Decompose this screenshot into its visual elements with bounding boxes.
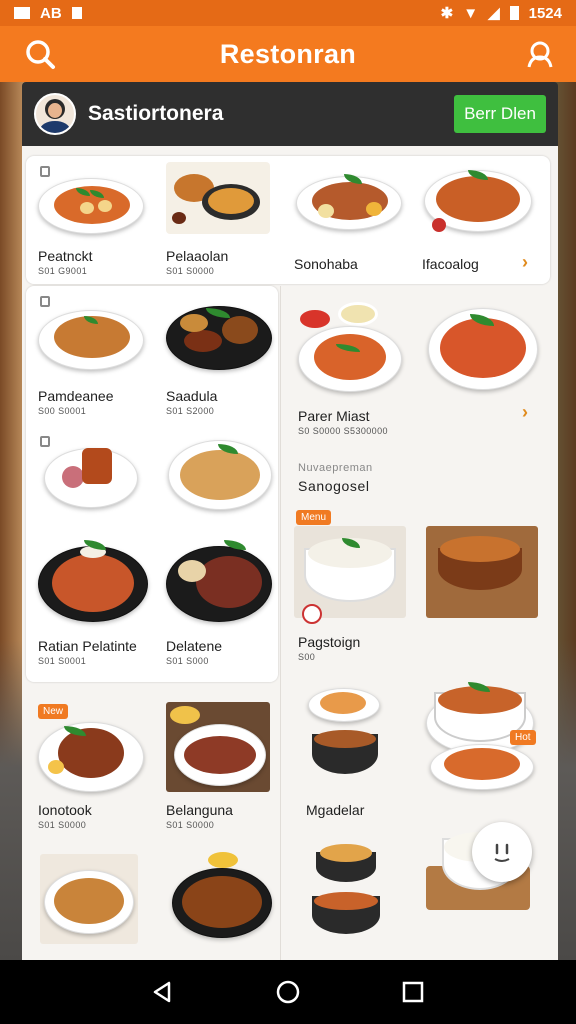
bookmark-icon (40, 436, 50, 447)
item-name: Mgadelar (306, 802, 365, 818)
item-price: S0 S0000 S5300000 (298, 426, 388, 436)
section-label: Nuvaepreman (298, 462, 373, 474)
avatar[interactable] (34, 93, 76, 135)
menu-item[interactable]: Pelaaolan S01 S0000 (162, 160, 274, 280)
menu-item[interactable]: Parer Miast S0 S0000 S5300000 › (290, 296, 550, 446)
recents-button[interactable] (393, 972, 433, 1012)
account-bar: Sastiortonera Berr Dlen (22, 82, 558, 146)
order-button[interactable]: Berr Dlen (454, 95, 546, 133)
chevron-right-icon[interactable]: › (522, 252, 528, 273)
item-price: S01 S000 (166, 656, 209, 666)
menu-item[interactable]: Pamdeanee S00 S0001 (32, 292, 152, 418)
item-price: S00 (298, 652, 316, 662)
signal-icon: ◢ (488, 5, 500, 22)
clock: 1524 (528, 4, 562, 22)
chat-button[interactable] (472, 822, 532, 882)
search-icon (26, 40, 55, 69)
item-price: S01 S0000 (166, 820, 215, 830)
notification-icon (14, 7, 30, 19)
item-name: Delatene (166, 638, 223, 654)
item-name: Peatnckt (38, 248, 93, 264)
recents-icon (403, 981, 424, 1003)
section-title: Sanogosel (298, 478, 370, 494)
home-icon (276, 980, 300, 1004)
item-name: Ifacoalog (422, 256, 479, 272)
item-price: S01 S0000 (166, 266, 215, 276)
status-bar: AB ✱ ▼ ◢ 1524 (0, 0, 576, 26)
item-name: Belanguna (166, 802, 233, 818)
bookmark-icon (40, 296, 50, 307)
menu-panel: Peatnckt S01 G9001 Pelaaolan S01 S0000 S… (22, 146, 558, 960)
item-name: Parer Miast (298, 408, 370, 424)
menu-item-pair[interactable] (32, 846, 276, 956)
battery-icon (509, 6, 519, 20)
menu-item[interactable]: Ifacoalog › (418, 160, 550, 280)
menu-item[interactable]: Belanguna S01 S0000 (162, 702, 274, 832)
status-left-text: AB (40, 4, 62, 22)
item-name: Ratian Pelatinte (38, 638, 137, 654)
chat-icon (494, 843, 510, 862)
back-button[interactable] (143, 972, 183, 1012)
item-price: S01 G9001 (38, 266, 88, 276)
menu-item[interactable]: Saadula S01 S2000 (162, 292, 274, 418)
item-price: S01 S2000 (166, 406, 215, 416)
chevron-right-icon[interactable]: › (522, 402, 528, 423)
menu-item[interactable]: Delatene S01 S000 (162, 534, 274, 670)
item-name: Pagstoign (298, 634, 361, 650)
item-name: Ionotook (38, 802, 92, 818)
profile-button[interactable] (522, 36, 558, 72)
item-price: S01 S0000 (38, 820, 87, 830)
home-button[interactable] (268, 972, 308, 1012)
app-bar: Restonran (0, 26, 576, 82)
new-tag: New (38, 704, 69, 719)
bluetooth-icon: ✱ (440, 5, 454, 22)
app-title: Restonran (219, 38, 357, 69)
menu-item[interactable]: Hot Mgadelar (290, 682, 550, 832)
menu-item[interactable]: Ratian Pelatinte S01 S0001 (32, 534, 152, 670)
menu-item-pair (32, 432, 276, 528)
wifi-icon: ▼ (463, 4, 479, 22)
menu-item[interactable]: Peatnckt S01 G9001 (32, 162, 152, 282)
account-name: Sastiortonera (88, 102, 224, 125)
item-name: Pamdeanee (38, 388, 114, 404)
user-icon (527, 41, 553, 68)
item-name: Sonohaba (294, 256, 358, 272)
menu-tag: Menu (296, 510, 332, 525)
menu-item[interactable]: New Ionotook S01 S0000 (32, 702, 152, 832)
back-icon (153, 981, 170, 1003)
navigation-bar (0, 960, 576, 1024)
item-name: Saadula (166, 388, 218, 404)
hot-tag: Hot (510, 730, 536, 745)
column-divider (280, 286, 281, 960)
menu-item[interactable]: Sonohaba (290, 160, 410, 280)
search-button[interactable] (22, 36, 58, 72)
item-name: Pelaaolan (166, 248, 229, 264)
menu-item[interactable]: Menu Pagstoign S00 (290, 508, 550, 674)
bookmark-icon (40, 166, 50, 177)
item-price: S01 S0001 (38, 656, 87, 666)
item-price: S00 S0001 (38, 406, 87, 416)
sim-icon (71, 7, 82, 19)
